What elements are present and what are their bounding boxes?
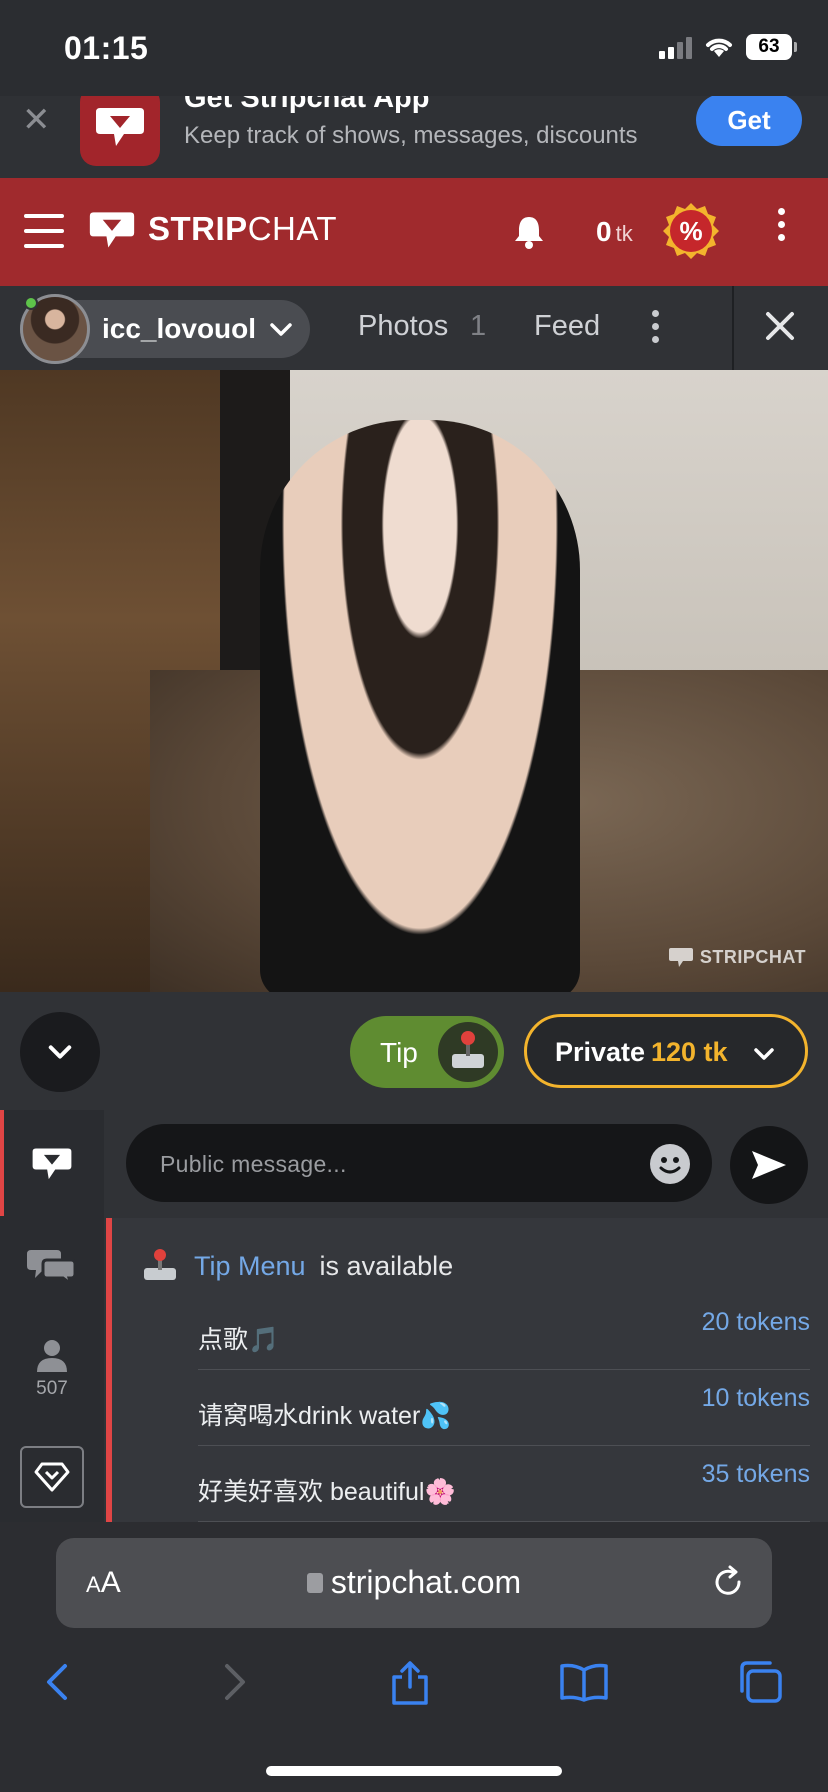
url-text: stripchat.com: [56, 1564, 772, 1601]
kebab-icon[interactable]: [778, 208, 785, 241]
tabs-button[interactable]: [730, 1652, 790, 1712]
wifi-icon: [706, 38, 732, 57]
private-label: Private: [555, 1037, 646, 1067]
stripchat-logo-icon: [668, 948, 693, 967]
tabs-icon: [740, 1661, 782, 1703]
tab-photos[interactable]: Photos: [358, 310, 448, 343]
lock-icon: [306, 1573, 323, 1593]
stripchat-logo-icon: [89, 212, 135, 248]
model-name: icc_lovouol: [102, 313, 257, 344]
banner-subtitle: Keep track of shows, messages, discounts: [184, 122, 638, 149]
video-player[interactable]: STRIPCHAT: [0, 370, 828, 992]
bookmarks-button[interactable]: [554, 1652, 614, 1712]
message-placeholder: Public message...: [160, 1151, 347, 1177]
menu-icon[interactable]: [24, 214, 64, 248]
back-button[interactable]: [28, 1652, 88, 1712]
online-status-dot: [24, 296, 38, 310]
address-bar[interactable]: AA stripchat.com: [56, 1538, 772, 1628]
divider: [732, 286, 734, 370]
tip-label: Tip: [380, 1037, 418, 1068]
collapse-button[interactable]: [20, 1012, 100, 1092]
video-watermark: STRIPCHAT: [668, 946, 806, 968]
banner-title: Get Stripchat App: [184, 96, 430, 114]
sidebar-item-diamond[interactable]: [20, 1446, 84, 1508]
user-icon: [37, 1340, 67, 1372]
tip-menu-text: is available: [319, 1250, 454, 1281]
home-indicator: [266, 1766, 562, 1776]
share-button[interactable]: [380, 1652, 440, 1712]
sidebar-item-private-chat[interactable]: [0, 1246, 104, 1286]
send-button[interactable]: [730, 1126, 808, 1204]
private-price: 120 tk: [651, 1037, 728, 1067]
tab-photos-count: 1: [470, 310, 487, 342]
private-chat-icon: [27, 1250, 77, 1286]
model-bar: icc_lovouol Photos 1 Feed: [0, 286, 828, 370]
share-icon: [392, 1661, 428, 1705]
tip-menu-header: Tip Menu is available: [140, 1248, 453, 1284]
tip-item-price: 20 tokens: [701, 1308, 810, 1336]
status-icons: 63: [659, 34, 797, 60]
back-icon: [47, 1664, 67, 1700]
tip-menu-item[interactable]: 请窝喝水drink water💦 10 tokens: [198, 1370, 810, 1446]
model-selector[interactable]: icc_lovouol: [20, 294, 310, 364]
video-subject: [260, 420, 580, 992]
bookmarks-icon: [560, 1663, 608, 1702]
brand-logo[interactable]: STRIPCHAT: [88, 208, 337, 250]
signal-icon: [659, 35, 692, 59]
tab-feed[interactable]: Feed: [534, 310, 600, 343]
tip-menu-message: Tip Menu is available 点歌🎵 20 tokens 请窝喝水…: [106, 1218, 828, 1522]
forward-button[interactable]: [204, 1652, 264, 1712]
tip-button[interactable]: Tip: [350, 1016, 504, 1088]
get-app-button[interactable]: Get: [696, 96, 802, 146]
status-time: 01:15: [64, 30, 149, 66]
brand-text: STRIPCHAT: [148, 210, 338, 247]
tip-menu-item[interactable]: 点歌🎵 20 tokens: [198, 1294, 810, 1370]
chat-area: 507 Public message... Tip Menu is availa…: [0, 1110, 828, 1522]
sidebar-item-public-chat[interactable]: [0, 1144, 104, 1182]
emoji-icon[interactable]: [650, 1144, 690, 1184]
send-icon: [752, 1151, 786, 1179]
tip-menu-link[interactable]: Tip Menu: [194, 1251, 306, 1282]
percent-badge-icon[interactable]: %: [662, 202, 720, 260]
svg-text:%: %: [679, 216, 702, 246]
app-banner: ✕ Get Stripchat App Keep track of shows,…: [0, 96, 828, 178]
action-row: Tip Private 120 tk: [0, 992, 828, 1110]
forward-icon: [225, 1664, 245, 1700]
stripchat-logo-icon: [80, 96, 160, 166]
sidebar-item-users[interactable]: 507: [0, 1338, 104, 1400]
site-header: STRIPCHAT 0 tk %: [0, 178, 828, 286]
close-icon[interactable]: [760, 306, 800, 346]
token-balance[interactable]: 0 tk: [596, 216, 633, 248]
users-count: 507: [36, 1378, 68, 1399]
kebab-icon[interactable]: [652, 310, 659, 343]
chat-sidebar: 507: [0, 1110, 104, 1522]
tip-menu-item[interactable]: 好美好喜欢 beautiful🌸 35 tokens: [198, 1446, 810, 1522]
public-message-input[interactable]: Public message...: [126, 1124, 712, 1202]
chevron-down-icon: [48, 1045, 72, 1059]
tip-item-name: 点歌🎵: [198, 1326, 280, 1354]
tip-item-name: 好美好喜欢 beautiful🌸: [198, 1478, 456, 1506]
tip-item-name: 请窝喝水drink water💦: [198, 1402, 452, 1430]
status-bar: 01:15 63: [0, 0, 828, 96]
chevron-down-icon: [754, 1048, 774, 1060]
joystick-icon: [144, 1249, 176, 1280]
private-show-button[interactable]: Private 120 tk: [524, 1014, 808, 1088]
tip-item-price: 35 tokens: [701, 1460, 810, 1488]
battery-icon: 63: [746, 34, 797, 60]
chevron-down-icon: [270, 323, 292, 336]
tip-item-price: 10 tokens: [701, 1384, 810, 1412]
bell-icon[interactable]: [512, 214, 546, 250]
browser-chrome: AA stripchat.com: [0, 1522, 828, 1792]
joystick-icon: [438, 1022, 498, 1082]
chat-bubble-icon: [32, 1148, 72, 1180]
diamond-icon: [34, 1462, 70, 1492]
browser-toolbar: [0, 1652, 828, 1732]
reload-icon[interactable]: [710, 1564, 746, 1600]
close-icon[interactable]: ✕: [22, 100, 51, 140]
